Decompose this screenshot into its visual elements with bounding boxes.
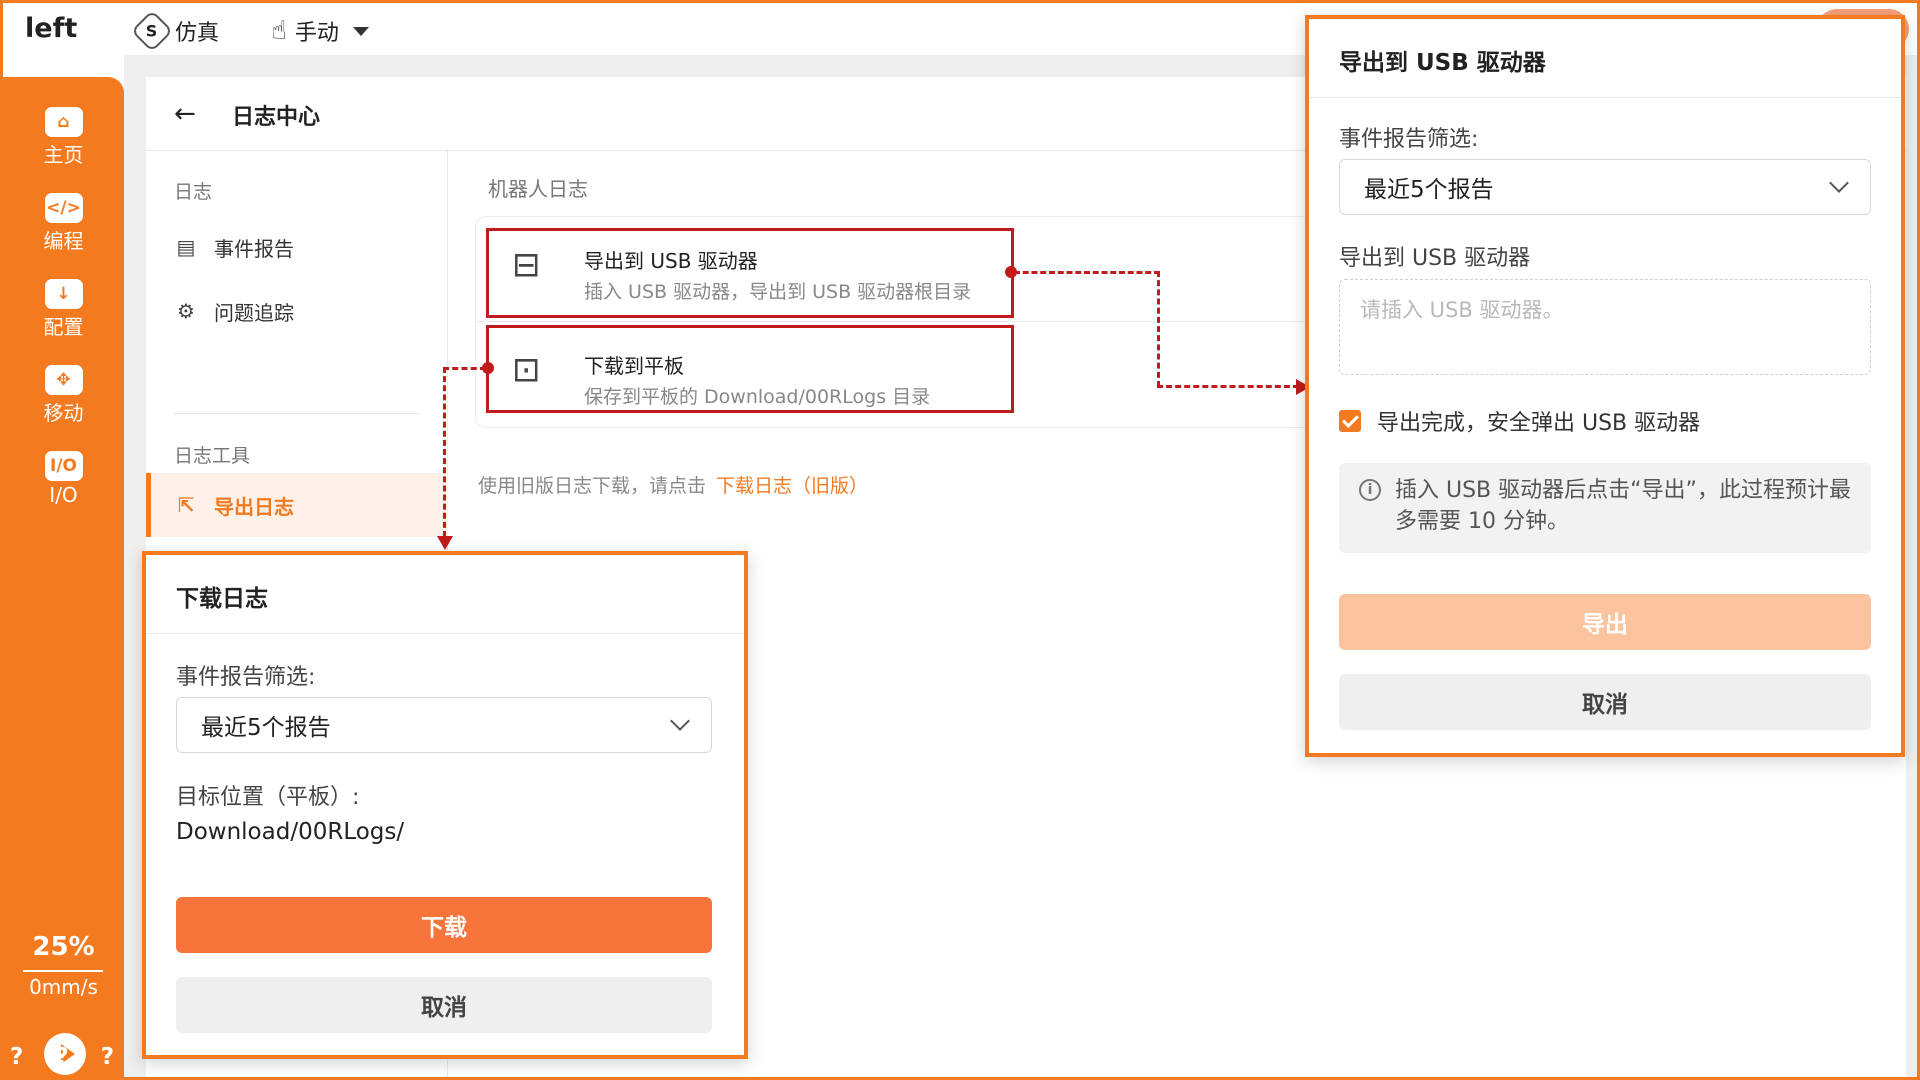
simulation-toggle[interactable]: S 仿真 xyxy=(130,9,220,53)
legacy-download-hint: 使用旧版日志下载，请点击 下载日志（旧版） xyxy=(478,471,868,498)
sidebar-item-label: I/O xyxy=(49,483,78,507)
sidebar-item-label: 编程 xyxy=(43,229,84,253)
target-path: Download/00RLogs/ xyxy=(176,819,405,845)
sidebar-item-label: 移动 xyxy=(43,401,84,425)
report-filter-select[interactable]: 最近5个报告 xyxy=(176,697,712,753)
speed-divider xyxy=(23,970,103,972)
sidebar-item-config[interactable]: ↓ 配置 xyxy=(3,279,124,340)
cancel-button[interactable]: 取消 xyxy=(176,977,712,1033)
filter-label: 事件报告筛选: xyxy=(1339,127,1479,152)
group-label-logs: 日志 xyxy=(174,181,213,203)
back-arrow-icon[interactable]: ← xyxy=(174,99,196,129)
app-title: left xyxy=(25,13,78,44)
select-value: 最近5个报告 xyxy=(1364,177,1494,203)
filter-label: 事件报告筛选: xyxy=(176,665,316,690)
section-label: 机器人日志 xyxy=(488,177,588,201)
mode-label: 手动 xyxy=(294,21,339,46)
caret-down-icon xyxy=(352,26,369,36)
dialog-divider xyxy=(146,633,744,634)
info-notice: i 插入 USB 驱动器后点击“导出”，此过程预计最多需要 10 分钟。 xyxy=(1339,463,1871,553)
subnav-item-export-logs[interactable]: ⇱ 导出日志 xyxy=(146,473,448,537)
subnav-item-event-report[interactable]: ▤ 事件报告 xyxy=(146,215,448,279)
checkbox-checked[interactable] xyxy=(1339,410,1361,432)
page-title: 日志中心 xyxy=(232,105,321,130)
mode-dropdown[interactable]: ☝ 手动 xyxy=(271,15,369,47)
connector-line xyxy=(1157,385,1299,388)
sidebar-item-program[interactable]: </> 编程 xyxy=(3,193,124,254)
report-filter-select[interactable]: 最近5个报告 xyxy=(1339,159,1871,215)
eject-checkbox-row[interactable]: 导出完成，安全弹出 USB 驱动器 xyxy=(1339,405,1700,437)
connector-line xyxy=(443,367,446,537)
simulation-icon: S xyxy=(130,9,174,53)
speed-value: 0mm/s xyxy=(29,975,98,999)
usb-option-highlight xyxy=(486,228,1014,318)
select-value: 最近5个报告 xyxy=(201,715,331,741)
export-usb-dialog: 导出到 USB 驱动器 事件报告筛选: 最近5个报告 导出到 USB 驱动器 请… xyxy=(1305,15,1905,757)
export-button[interactable]: 导出 xyxy=(1339,594,1871,650)
sidebar-item-home[interactable]: ⌂ 主页 xyxy=(3,107,124,168)
dialog-title: 下载日志 xyxy=(176,586,268,612)
dialog-title: 导出到 USB 驱动器 xyxy=(1339,50,1546,76)
checkbox-label: 导出完成，安全弹出 USB 驱动器 xyxy=(1377,411,1701,436)
tablet-option-highlight xyxy=(486,325,1014,413)
chevron-down-icon xyxy=(670,711,690,731)
download-logs-dialog: 下载日志 事件报告筛选: 最近5个报告 目标位置（平板）: Download/0… xyxy=(142,551,748,1059)
subnav-label: 事件报告 xyxy=(214,236,294,261)
usb-label: 导出到 USB 驱动器 xyxy=(1339,246,1531,271)
speed-percent[interactable]: 25% xyxy=(3,932,124,962)
chevron-down-icon xyxy=(1829,173,1849,193)
connector-line xyxy=(443,367,486,370)
sidebar-item-io[interactable]: I/O I/O xyxy=(3,451,124,507)
usb-drive-field[interactable]: 请插入 USB 驱动器。 xyxy=(1339,279,1871,375)
sidebar: ⌂ 主页 </> 编程 ↓ 配置 ✥ 移动 I/O I/O 25% 0mm/s xyxy=(3,77,124,1077)
group-label-tools: 日志工具 xyxy=(174,445,251,467)
hand-icon: ☝ xyxy=(271,16,287,46)
dialog-divider xyxy=(1309,97,1901,98)
home-icon: ⌂ xyxy=(44,107,83,137)
subnav-item-issue-tracking[interactable]: ⚙ 问题追踪 xyxy=(146,279,448,343)
config-icon: ↓ xyxy=(44,279,83,309)
subnav-label: 导出日志 xyxy=(214,494,294,519)
info-icon: i xyxy=(1359,479,1381,501)
io-icon: I/O xyxy=(44,451,83,481)
simulation-label: 仿真 xyxy=(175,21,220,46)
bug-icon: ⚙ xyxy=(177,299,195,323)
sidebar-item-label: 主页 xyxy=(43,143,84,167)
connector-line xyxy=(1014,271,1160,274)
info-text: 插入 USB 驱动器后点击“导出”，此过程预计最多需要 10 分钟。 xyxy=(1395,478,1851,534)
move-icon: ✥ xyxy=(44,365,83,395)
download-button[interactable]: 下载 xyxy=(176,897,712,953)
sidebar-item-label: 配置 xyxy=(43,315,84,339)
target-label: 目标位置（平板）: xyxy=(176,785,360,810)
connector-line xyxy=(1157,271,1160,387)
code-icon: </> xyxy=(44,193,83,223)
subnav-label: 问题追踪 xyxy=(214,300,294,325)
sidebar-item-move[interactable]: ✥ 移动 xyxy=(3,365,124,426)
subnav-divider xyxy=(174,413,419,414)
export-icon: ⇱ xyxy=(177,493,195,517)
document-icon: ▤ xyxy=(176,235,196,259)
legacy-text: 使用旧版日志下载，请点击 xyxy=(478,475,707,497)
cancel-button[interactable]: 取消 xyxy=(1339,674,1871,730)
connector-arrow xyxy=(437,536,453,550)
legacy-download-link[interactable]: 下载日志（旧版） xyxy=(716,475,868,497)
